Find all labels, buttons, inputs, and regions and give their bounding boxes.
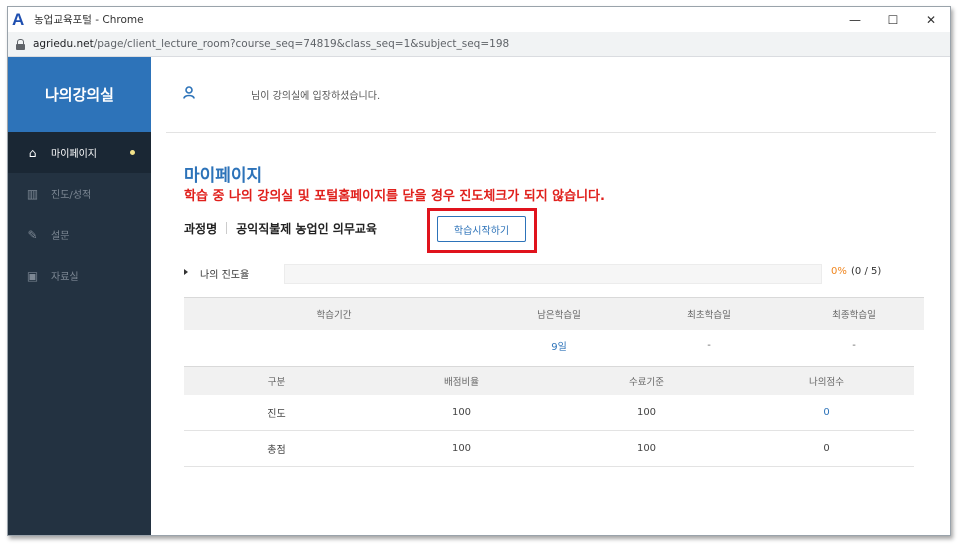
table-header-row: 구분 배점비율 수료기준 나의점수 [184, 366, 914, 395]
main-content: 님이 강의실에 입장하셨습니다. 마이페이지 학습 중 나의 강의실 및 포털홈… [151, 57, 950, 535]
window-title: 농업교육포털 - Chrome [34, 14, 144, 26]
warning-message: 학습 중 나의 강의실 및 포털홈페이지를 닫을 경우 진도체크가 되지 않습니… [184, 189, 605, 204]
divider [226, 222, 228, 234]
table-cell: 100 [369, 430, 554, 467]
study-period-value [184, 330, 484, 362]
page-viewport: 나의강의실 ⌂ 마이페이지 ▥ 진도/성적 ✎ 설문 ▣ 자료실 님이 강의실에… [8, 57, 950, 535]
course-label: 과정명 [184, 221, 218, 236]
sidebar-item-label: 마이페이지 [51, 149, 97, 160]
home-icon: ⌂ [28, 145, 37, 160]
maximize-button[interactable]: ☐ [874, 7, 912, 32]
last-study-value: - [852, 340, 856, 351]
bar-chart-icon: ▥ [26, 186, 39, 201]
sidebar-item-mypage[interactable]: ⌂ 마이페이지 [8, 132, 151, 173]
caret-right-icon [184, 269, 188, 275]
title-bar: A 농업교육포털 - Chrome — ☐ ✕ [8, 7, 950, 32]
table-row: 총점 100 100 0 [184, 430, 914, 467]
sidebar: 나의강의실 ⌂ 마이페이지 ▥ 진도/성적 ✎ 설문 ▣ 자료실 [8, 57, 151, 535]
table-header-row: 학습기간 남은학습일 최초학습일 최종학습일 [184, 297, 924, 330]
study-period-table: 학습기간 남은학습일 최초학습일 최종학습일 9일 - - [184, 297, 924, 362]
table-cell: 진도 [184, 394, 369, 431]
sidebar-item-label: 진도/성적 [51, 190, 92, 201]
progress-percent: 0% [831, 266, 847, 277]
sidebar-item-label: 설문 [51, 231, 70, 242]
column-header: 나의점수 [739, 366, 914, 395]
page-title: 마이페이지 [184, 166, 263, 186]
close-button[interactable]: ✕ [912, 7, 950, 32]
table-cell: 0 [739, 394, 914, 431]
table-cell: 총점 [184, 430, 369, 467]
column-header: 최종학습일 [784, 297, 924, 330]
browser-window: A 농업교육포털 - Chrome — ☐ ✕ agriedu.net/page… [7, 6, 951, 536]
lock-icon[interactable] [16, 38, 25, 50]
edit-icon: ✎ [27, 227, 38, 242]
table-cell: 100 [369, 394, 554, 431]
sidebar-title[interactable]: 나의강의실 [8, 57, 151, 132]
progress-label: 나의 진도율 [200, 270, 250, 281]
user-icon [183, 86, 197, 103]
welcome-bar: 님이 강의실에 입장하셨습니다. [166, 57, 936, 133]
progress-bar [284, 264, 822, 284]
active-dot [130, 150, 135, 155]
window-controls: — ☐ ✕ [836, 7, 950, 32]
url-path: /page/client_lecture_room?course_seq=748… [93, 38, 510, 50]
sidebar-item-progress[interactable]: ▥ 진도/성적 [8, 173, 151, 214]
column-header: 학습기간 [184, 297, 484, 330]
welcome-text: 님이 강의실에 입장하셨습니다. [251, 91, 381, 102]
sidebar-item-label: 자료실 [51, 272, 79, 283]
sidebar-item-archive[interactable]: ▣ 자료실 [8, 255, 151, 296]
table-cell: 100 [554, 394, 739, 431]
column-header: 최초학습일 [634, 297, 784, 330]
address-bar[interactable]: agriedu.net/page/client_lecture_room?cou… [8, 32, 950, 57]
app-logo-icon: A [12, 9, 25, 29]
column-header: 남은학습일 [484, 297, 634, 330]
first-study-value: - [707, 340, 711, 351]
url-text[interactable]: agriedu.net/page/client_lecture_room?cou… [33, 38, 509, 50]
table-cell: 0 [739, 430, 914, 467]
table-row: 9일 - - [184, 330, 924, 362]
archive-icon: ▣ [26, 268, 39, 283]
column-header: 구분 [184, 366, 369, 395]
table-row: 진도 100 100 0 [184, 394, 914, 431]
sidebar-item-survey[interactable]: ✎ 설문 [8, 214, 151, 255]
course-name: 공익직불제 농업인 의무교육 [236, 221, 377, 236]
table-cell: 100 [554, 430, 739, 467]
score-table: 구분 배점비율 수료기준 나의점수 진도 100 100 0 총점 100 10… [184, 366, 914, 467]
column-header: 배점비율 [369, 366, 554, 395]
progress-count: (0 / 5) [851, 266, 882, 277]
remaining-days-value: 9일 [551, 342, 567, 353]
url-host: agriedu.net [33, 38, 94, 50]
minimize-button[interactable]: — [836, 7, 874, 32]
progress-row: 나의 진도율 0% (0 / 5) [184, 262, 914, 286]
course-info: 과정명 공익직불제 농업인 의무교육 [184, 217, 377, 239]
column-header: 수료기준 [554, 366, 739, 395]
start-learning-button[interactable]: 학습시작하기 [437, 216, 526, 242]
